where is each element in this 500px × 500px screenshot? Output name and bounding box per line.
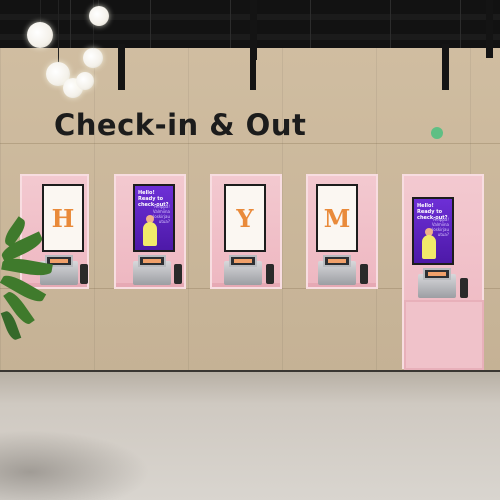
pendant-cord (58, 0, 59, 64)
pendant-bulb (27, 22, 53, 48)
pendant-bulb (76, 72, 94, 90)
spotlight (486, 0, 493, 58)
brand-dot (431, 127, 443, 139)
spotlight (442, 44, 449, 90)
ceiling-rib (460, 0, 461, 48)
spotlight (250, 60, 256, 90)
welcome-screen: Hello! Ready to check-out? Heippa! Valmi… (135, 186, 173, 250)
pendant-bulb (83, 48, 103, 68)
card-reader (80, 264, 88, 284)
ceiling-rib (310, 0, 311, 48)
spotlight (250, 0, 257, 60)
pendant-bulb (89, 6, 109, 26)
screen-letter: Y (236, 203, 254, 233)
potted-plant (0, 216, 60, 380)
card-reader (266, 264, 274, 284)
terminal-display (323, 255, 351, 267)
lower-cabinet (404, 300, 484, 370)
ceiling-rib (150, 0, 151, 48)
card-reader (174, 264, 182, 284)
card-reader (460, 278, 468, 298)
illustration-figure (143, 222, 157, 246)
ceiling-rib (230, 0, 231, 48)
spotlight (118, 44, 125, 90)
kiosk-screen-welcome: Hello! Ready to check-out? Heippa! Valmi… (133, 184, 175, 252)
kiosk-screen-welcome: Hello! Ready to check-out? Heippa! Valmi… (412, 197, 454, 265)
plant-shadow (0, 430, 150, 500)
pendant-cord (40, 0, 41, 24)
terminal-display (229, 255, 257, 267)
kiosk-screen-m: M (316, 184, 358, 252)
ceiling-rib (390, 0, 391, 48)
letter-screen: Y (226, 186, 264, 250)
kiosk-terminal (318, 255, 356, 285)
screen-secondary: Heippa! Valmiina uloskirjau utua? (429, 217, 449, 237)
kiosk-terminal (224, 255, 262, 285)
kiosk-terminal (418, 268, 456, 298)
kiosk-screen-y: Y (224, 184, 266, 252)
panel-seam (0, 143, 500, 144)
terminal-display (423, 268, 451, 280)
ceiling-rib (70, 0, 71, 48)
letter-screen: M (318, 186, 356, 250)
screen-secondary: Heippa! Valmiina uloskirjau utua? (150, 204, 170, 224)
kiosk-terminal (133, 255, 171, 285)
screen-letter: M (323, 203, 351, 233)
illustration-figure (422, 235, 436, 259)
welcome-screen: Hello! Ready to check-out? Heippa! Valmi… (414, 199, 452, 263)
check-in-out-sign: Check-in & Out (54, 108, 307, 142)
card-reader (360, 264, 368, 284)
lobby-photo: Check-in & Out H Hello! Ready to check-o… (0, 0, 500, 500)
terminal-display (138, 255, 166, 267)
